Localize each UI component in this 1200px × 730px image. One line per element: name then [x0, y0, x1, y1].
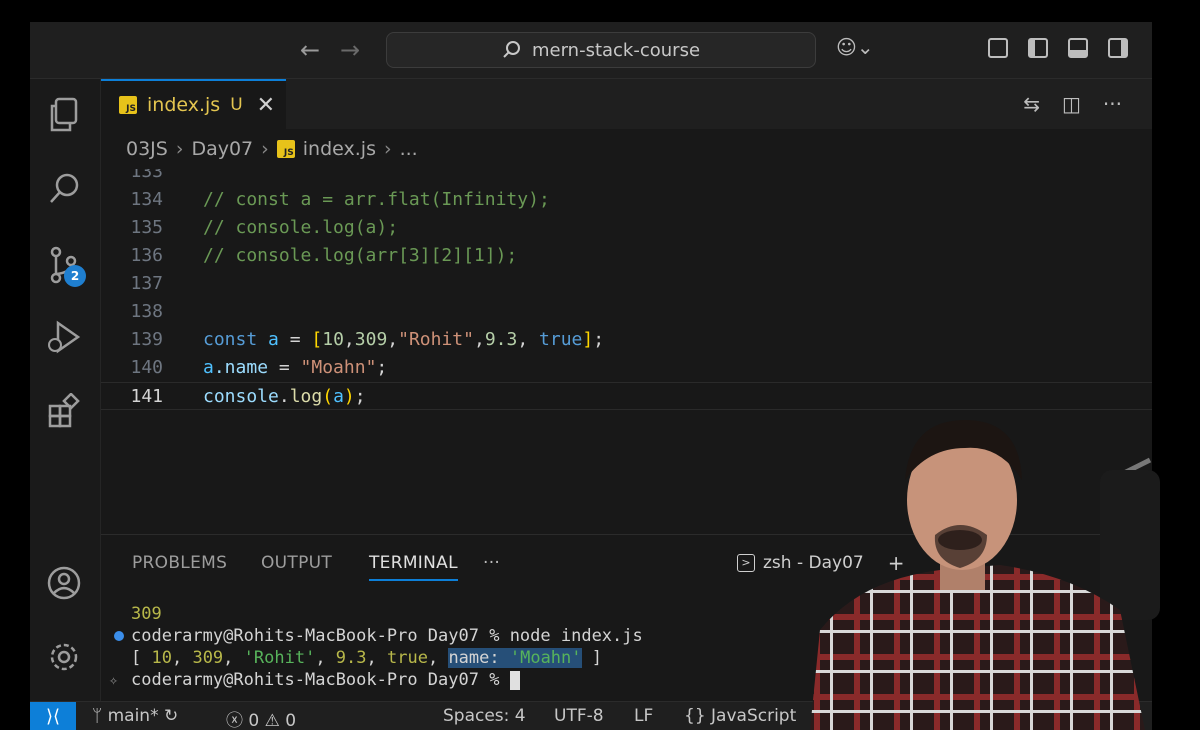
- line-number: 136: [130, 245, 163, 266]
- code-comment: // console.log(arr[3][2][1]);: [203, 245, 518, 266]
- chevron-right-icon: ›: [261, 138, 269, 160]
- line-number: 137: [130, 273, 163, 294]
- code-line: 138: [101, 298, 1152, 326]
- line-number: 134: [130, 189, 163, 210]
- back-arrow-icon[interactable]: ←: [300, 36, 320, 64]
- remote-indicator-icon[interactable]: ⟩⟨: [30, 702, 76, 730]
- search-view-icon[interactable]: [46, 171, 82, 207]
- code-text: console.log(a);: [203, 386, 366, 407]
- untracked-indicator: U: [230, 95, 243, 115]
- js-file-icon: JS: [119, 96, 137, 114]
- tab-problems[interactable]: PROBLEMS: [132, 553, 227, 573]
- code-line: 140 a.name = "Moahn";: [101, 354, 1152, 382]
- explorer-icon[interactable]: [46, 97, 82, 133]
- line-number: 133: [130, 169, 163, 182]
- problems-status[interactable]: ⓧ 0 ⚠ 0: [226, 706, 296, 730]
- tab-label: index.js: [147, 94, 221, 116]
- terminal-output[interactable]: 309 coderarmy@Rohits-MacBook-Pro Day07 %…: [109, 603, 643, 691]
- language-status[interactable]: {} JavaScript: [684, 706, 796, 726]
- line-number: 135: [130, 217, 163, 238]
- terminal-line: ✧ coderarmy@Rohits-MacBook-Pro Day07 %: [109, 669, 643, 691]
- indentation-status[interactable]: Spaces: 4: [443, 706, 526, 726]
- terminal-line: coderarmy@Rohits-MacBook-Pro Day07 % nod…: [114, 625, 643, 647]
- code-text: const a = [10,309,"Rohit",9.3, true];: [203, 329, 605, 350]
- braces-icon: {}: [684, 706, 706, 726]
- breadcrumb-more[interactable]: ...: [400, 138, 418, 160]
- copilot-icon[interactable]: ☺⌄: [836, 35, 874, 59]
- editor-actions: ⇆ ◫ ···: [1023, 92, 1122, 116]
- settings-gear-icon[interactable]: [46, 639, 82, 675]
- accounts-icon[interactable]: [46, 565, 82, 601]
- line-number: 139: [130, 329, 163, 350]
- more-actions-icon[interactable]: ···: [1103, 92, 1122, 116]
- title-bar: ← → mern-stack-course ☺⌄: [30, 22, 1152, 79]
- tab-index-js[interactable]: JS index.js U ✕: [101, 79, 286, 129]
- prompt-sparkle-icon: ✧: [109, 671, 119, 689]
- code-comment: // const a = arr.flat(Infinity);: [203, 189, 550, 210]
- command-status-dot: [114, 631, 124, 641]
- tab-terminal[interactable]: TERMINAL: [369, 553, 458, 581]
- code-line: 136 // console.log(arr[3][2][1]);: [101, 242, 1152, 270]
- customize-layout-icon[interactable]: [988, 38, 1008, 58]
- branch-status[interactable]: ᛘ main* ↻: [92, 706, 178, 726]
- code-comment: // console.log(a);: [203, 217, 399, 238]
- split-editor-icon[interactable]: ◫: [1062, 92, 1081, 116]
- code-line: 134 // const a = arr.flat(Infinity);: [101, 186, 1152, 214]
- activity-bar: 2: [30, 79, 101, 701]
- editor-tabs: JS index.js U ✕ ⇆ ◫ ···: [101, 79, 1152, 129]
- command-center-search[interactable]: mern-stack-course: [386, 32, 816, 68]
- chevron-right-icon: ›: [383, 138, 392, 160]
- terminal-line: 309: [131, 604, 162, 624]
- terminal-cursor: [509, 670, 520, 690]
- search-icon: [503, 41, 520, 58]
- code-line: 133: [101, 169, 1152, 186]
- eol-status[interactable]: LF: [634, 706, 653, 726]
- js-file-icon: JS: [276, 140, 295, 158]
- chevron-right-icon: ›: [175, 138, 184, 160]
- extensions-icon[interactable]: [46, 392, 82, 429]
- panel-more-icon[interactable]: ···: [483, 553, 500, 573]
- encoding-status[interactable]: UTF-8: [554, 706, 604, 726]
- toggle-secondary-sidebar-icon[interactable]: [1108, 38, 1128, 58]
- search-text: mern-stack-course: [531, 39, 701, 61]
- sync-icon: ↻: [164, 706, 179, 726]
- open-changes-icon[interactable]: ⇆: [1023, 92, 1040, 116]
- code-text: a.name = "Moahn";: [203, 357, 388, 378]
- tab-output[interactable]: OUTPUT: [261, 553, 332, 573]
- line-number: 138: [130, 301, 163, 322]
- breadcrumb-folder[interactable]: 03JS: [126, 138, 168, 160]
- breadcrumb-file[interactable]: index.js: [303, 138, 376, 160]
- close-tab-icon[interactable]: ✕: [257, 93, 275, 118]
- warning-icon: ⚠: [264, 711, 280, 730]
- line-number: 141: [130, 386, 163, 407]
- forward-arrow-icon[interactable]: →: [340, 36, 360, 64]
- line-number: 140: [130, 357, 163, 378]
- selected-text: name:: [448, 648, 510, 668]
- terminal-line: [ 10, 309, 'Rohit', 9.3, true, name: 'Mo…: [131, 648, 602, 668]
- toggle-panel-icon[interactable]: [1068, 38, 1088, 58]
- code-line: 139 const a = [10,309,"Rohit",9.3, true]…: [101, 326, 1152, 354]
- code-line: 137: [101, 270, 1152, 298]
- presenter-video: [810, 420, 1160, 730]
- toggle-primary-sidebar-icon[interactable]: [1028, 38, 1048, 58]
- code-line: 135 // console.log(a);: [101, 214, 1152, 242]
- error-icon: ⓧ: [226, 711, 243, 730]
- webcam-overlay: [800, 400, 1200, 730]
- selected-text: 'Moahn': [509, 648, 582, 668]
- branch-icon: ᛘ: [92, 706, 108, 726]
- source-control-badge: 2: [64, 265, 86, 287]
- terminal-icon: >: [737, 554, 755, 572]
- run-debug-icon[interactable]: [46, 319, 82, 355]
- breadcrumb: 03JS › Day07 › JS index.js › ...: [101, 129, 1152, 169]
- breadcrumb-folder[interactable]: Day07: [191, 138, 253, 160]
